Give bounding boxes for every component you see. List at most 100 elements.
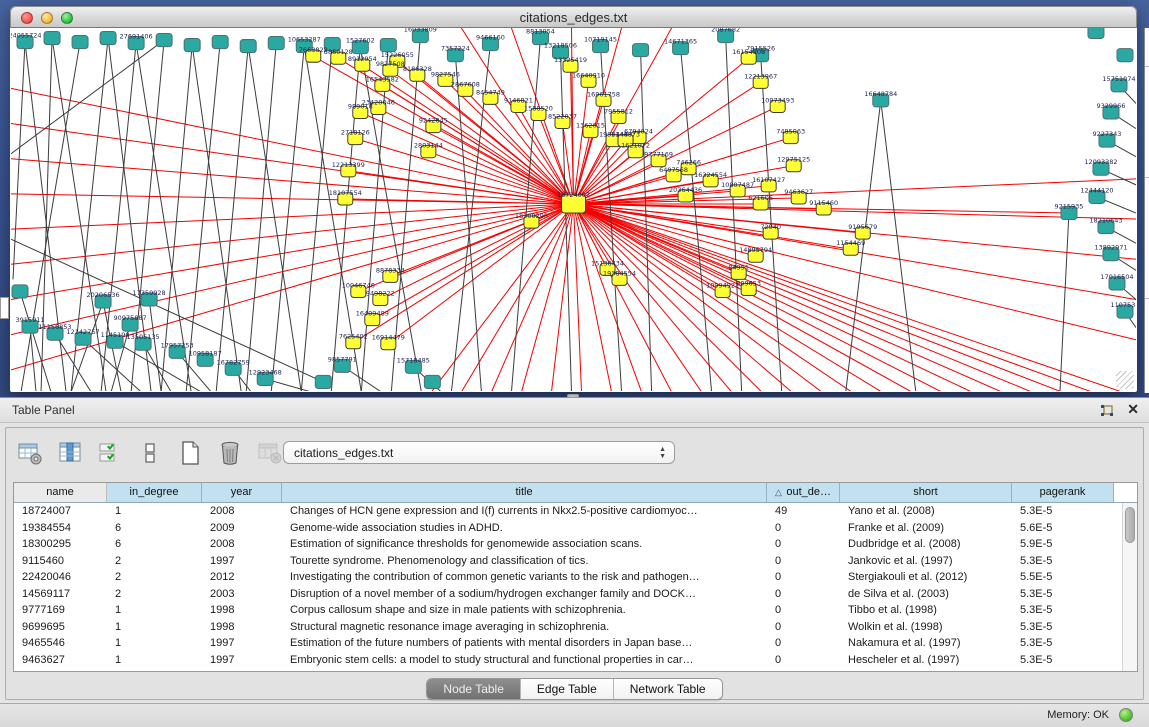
network-node-label: 9115460	[809, 199, 838, 207]
column-header-title[interactable]: title	[282, 483, 767, 502]
table-row[interactable]: 1456911722003Disruption of a novel membe…	[14, 586, 1137, 603]
network-edge[interactable]	[186, 42, 220, 391]
table-row[interactable]: 946362711997Embryonic stem cells: a mode…	[14, 652, 1137, 669]
network-node-label: 12444120	[1080, 186, 1113, 194]
column-header-name[interactable]: name	[14, 483, 107, 502]
network-edge[interactable]	[192, 45, 241, 391]
column-header-in_degree[interactable]: in_degree	[107, 483, 202, 502]
network-edge[interactable]	[574, 204, 732, 391]
table-row[interactable]: 969969511998Structural magnetic resonanc…	[14, 619, 1137, 636]
network-node-label: 7625402	[339, 333, 368, 341]
network-edge[interactable]	[574, 204, 792, 391]
network-edge[interactable]	[161, 45, 192, 391]
network-node-label: 24055724	[11, 32, 42, 40]
memory-status-icon	[1119, 708, 1133, 722]
network-node[interactable]	[44, 32, 60, 45]
network-edge[interactable]	[574, 204, 762, 391]
float-panel-icon[interactable]	[1099, 403, 1115, 419]
network-edge[interactable]	[11, 204, 574, 300]
network-edge[interactable]	[143, 344, 171, 391]
network-edge[interactable]	[574, 81, 589, 204]
network-node-label: 10653287	[288, 36, 321, 44]
network-node[interactable]	[315, 375, 331, 388]
select-rows-icon[interactable]	[96, 439, 124, 467]
network-node[interactable]	[212, 36, 228, 49]
network-edge[interactable]	[1060, 213, 1069, 391]
close-panel-icon[interactable]: ✕	[1127, 401, 1139, 418]
table-settings-icon[interactable]	[16, 439, 44, 467]
table-row[interactable]: 911546021997Tourette syndrome. Phenomeno…	[14, 553, 1137, 570]
network-edge[interactable]	[11, 159, 574, 204]
network-node[interactable]	[100, 32, 116, 45]
network-edge[interactable]	[560, 52, 571, 391]
network-node-label: 2803144	[414, 142, 443, 150]
cell-title: Estimation of the future numbers of pati…	[282, 635, 767, 652]
window-resize-grip[interactable]	[1116, 371, 1134, 389]
table-row[interactable]: 2242004622012Investigating the contribut…	[14, 569, 1137, 586]
table-row[interactable]: 1830029562008Estimation of significance …	[14, 536, 1137, 553]
cell-title: Embryonic stem cells: a model to study s…	[282, 652, 767, 669]
delete-icon[interactable]	[216, 439, 244, 467]
cell-name: 18300295	[14, 536, 107, 553]
new-file-icon[interactable]	[176, 439, 204, 467]
table-scrollbar-thumb[interactable]	[1125, 507, 1135, 543]
network-node[interactable]	[72, 36, 88, 49]
network-window-titlebar[interactable]: citations_edges.txt	[10, 6, 1137, 28]
row-height-icon[interactable]	[136, 439, 164, 467]
table-panel-body: f(x) citations_edges.txt ▲▼ namein_degre…	[5, 427, 1144, 700]
network-node[interactable]	[184, 39, 200, 52]
network-edge[interactable]	[681, 48, 712, 391]
network-node-label: 8186328	[403, 65, 432, 73]
network-node[interactable]	[240, 40, 256, 53]
network-node-label: 17359928	[133, 289, 166, 297]
column-header-pagerank[interactable]: pagerank	[1012, 483, 1114, 502]
network-edge[interactable]	[574, 204, 582, 391]
column-header-out_degree[interactable]: △ out_de…	[767, 483, 840, 502]
network-edge[interactable]	[881, 100, 916, 391]
network-node-label: 13505135	[127, 333, 160, 341]
table-column-icon[interactable]	[56, 439, 84, 467]
cell-title: Disruption of a novel member of a sodium…	[282, 586, 767, 603]
network-edge[interactable]	[574, 204, 852, 391]
network-node[interactable]	[380, 39, 396, 52]
network-edge[interactable]	[301, 44, 332, 391]
table-row[interactable]: 1938455462009Genome-wide association stu…	[14, 520, 1137, 537]
column-header-year[interactable]: year	[202, 483, 282, 502]
table-selector-dropdown[interactable]: citations_edges.txt ▲▼	[283, 441, 675, 464]
network-node[interactable]	[633, 44, 649, 57]
cell-year: 1997	[202, 553, 282, 570]
network-edge[interactable]	[13, 42, 25, 279]
tab-network-table[interactable]: Network Table	[614, 679, 722, 699]
table-row[interactable]: 946554611997Estimation of the future num…	[14, 635, 1137, 652]
network-edge[interactable]	[388, 204, 573, 344]
network-edge[interactable]	[11, 40, 164, 154]
network-node-label: 20206536	[87, 291, 120, 299]
tab-node-table[interactable]: Node Table	[427, 679, 521, 699]
tab-edge-table[interactable]: Edge Table	[521, 679, 614, 699]
network-edge[interactable]	[11, 204, 574, 264]
chevron-up-down-icon: ▲▼	[659, 446, 666, 460]
network-canvas[interactable]: 2405572427691406106532871527602160338097…	[11, 28, 1136, 391]
network-node[interactable]	[12, 285, 28, 298]
network-node-label: 9857791	[328, 355, 357, 363]
network-edge[interactable]	[11, 204, 574, 229]
network-edge[interactable]	[30, 327, 36, 391]
network-node[interactable]	[1117, 49, 1133, 62]
network-edge[interactable]	[11, 88, 574, 204]
network-edge[interactable]	[11, 239, 323, 382]
network-edge[interactable]	[271, 46, 304, 391]
table-header-row: namein_degreeyeartitle△ out_de…shortpage…	[14, 483, 1137, 503]
network-edge[interactable]	[574, 179, 1137, 204]
network-node[interactable]	[268, 37, 284, 50]
column-header-short[interactable]: short	[840, 483, 1012, 502]
table-row[interactable]: 1872400712008Changes of HCN gene express…	[14, 503, 1137, 520]
network-node[interactable]	[1088, 28, 1104, 39]
network-node-label: 16324554	[694, 171, 727, 179]
network-edge[interactable]	[574, 204, 1092, 391]
network-edge[interactable]	[433, 127, 573, 204]
table-row[interactable]: 977716911998Corpus callosum shape and si…	[14, 602, 1137, 619]
table-scrollbar[interactable]	[1122, 503, 1137, 671]
network-node[interactable]	[424, 375, 440, 388]
network-node[interactable]	[156, 34, 172, 47]
network-node-label: 18300295	[515, 212, 548, 220]
